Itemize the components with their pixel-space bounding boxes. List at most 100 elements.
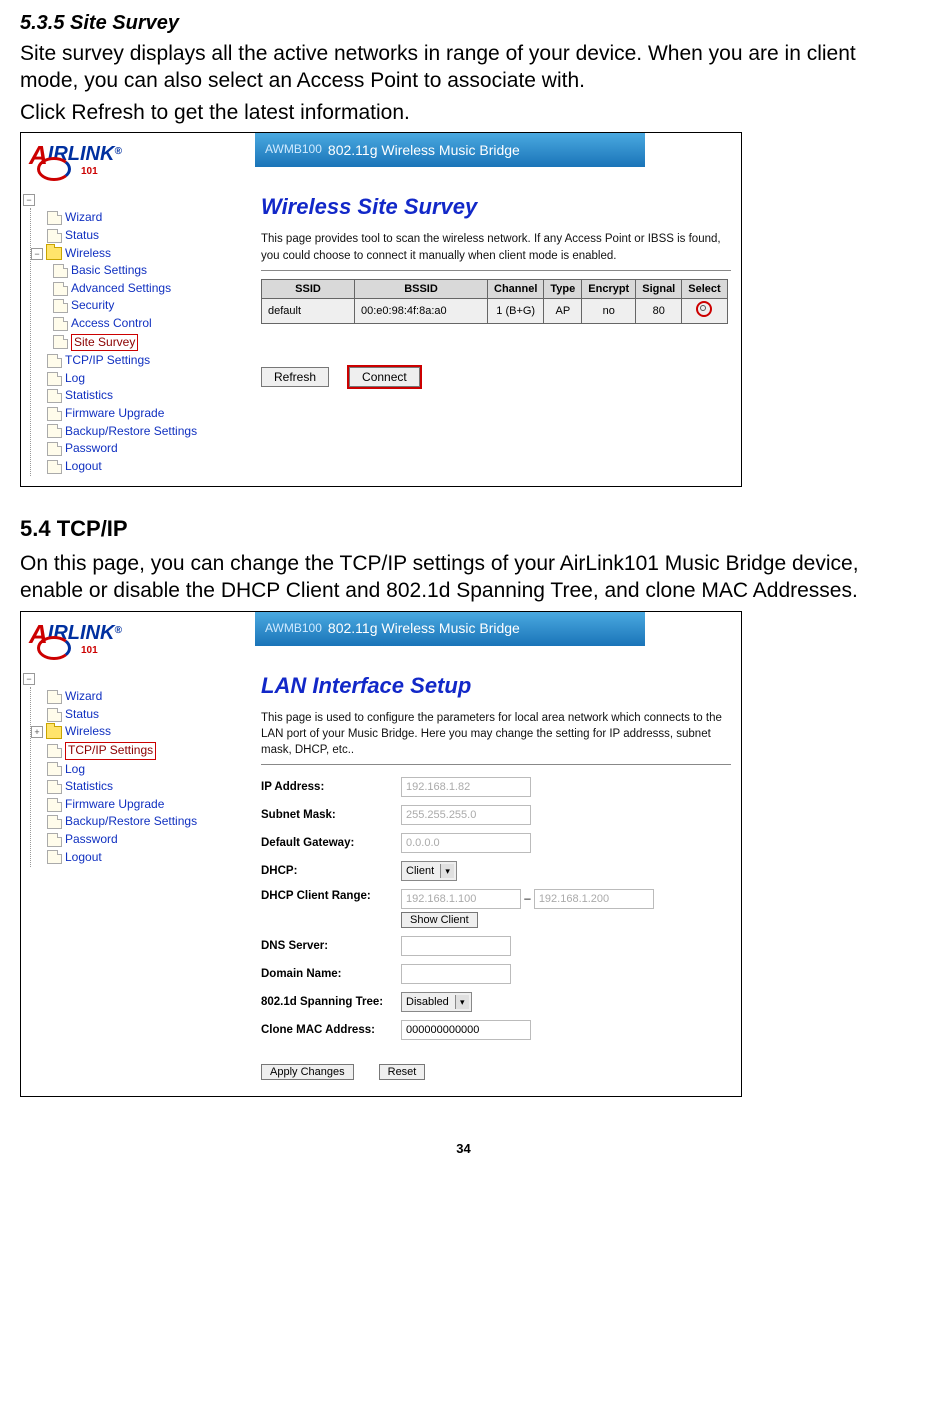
nav-logout[interactable]: Logout	[31, 458, 243, 476]
table-row: default 00:e0:98:4f:8a:a0 1 (B+G) AP no …	[262, 298, 728, 323]
select-radio[interactable]	[696, 301, 712, 317]
page-number: 34	[20, 1141, 907, 1158]
nav-log[interactable]: Log	[31, 761, 243, 779]
file-icon	[47, 708, 62, 722]
clone-mac-field[interactable]: 000000000000	[401, 1020, 531, 1040]
chevron-down-icon: ▾	[455, 995, 469, 1009]
file-icon	[47, 798, 62, 812]
nav-wizard[interactable]: Wizard	[31, 209, 243, 227]
nav-log[interactable]: Log	[31, 370, 243, 388]
file-icon	[47, 211, 62, 225]
label-dhcp: DHCP:	[261, 864, 401, 879]
apply-changes-button[interactable]: Apply Changes	[261, 1064, 354, 1080]
nav-tcpip-settings[interactable]: TCP/IP Settings	[31, 352, 243, 370]
td-select[interactable]	[682, 298, 727, 323]
file-icon	[47, 744, 62, 758]
label-subnet: Subnet Mask:	[261, 808, 401, 823]
label-domain: Domain Name:	[261, 967, 401, 982]
scan-results-table: SSID BSSID Channel Type Encrypt Signal S…	[261, 279, 728, 325]
nav-tree-2: − Wizard Status +Wireless TCP/IP Setting…	[21, 666, 247, 878]
nav-firmware-upgrade[interactable]: Firmware Upgrade	[31, 796, 243, 814]
file-icon	[47, 372, 62, 386]
file-icon	[47, 833, 62, 847]
file-icon	[47, 229, 62, 243]
page-title: LAN Interface Setup	[261, 672, 741, 701]
divider	[261, 764, 731, 765]
td-signal: 80	[636, 298, 682, 323]
nav-logout[interactable]: Logout	[31, 849, 243, 867]
section2-para-1: On this page, you can change the TCP/IP …	[20, 550, 907, 605]
td-channel: 1 (B+G)	[488, 298, 544, 323]
folder-icon	[46, 726, 62, 739]
label-clone-mac: Clone MAC Address:	[261, 1023, 401, 1038]
page-desc: This page is used to configure the param…	[261, 710, 731, 758]
nav-password[interactable]: Password	[31, 440, 243, 458]
show-client-button[interactable]: Show Client	[401, 912, 478, 928]
file-icon	[47, 690, 62, 704]
nav-password[interactable]: Password	[31, 831, 243, 849]
nav-site-survey[interactable]: Site Survey	[31, 333, 243, 353]
screenshot-lan-setup: AIRLINK® 101 − Wizard Status +Wireless T…	[20, 611, 742, 1097]
file-icon	[47, 442, 62, 456]
file-icon	[47, 780, 62, 794]
dns-field[interactable]	[401, 936, 511, 956]
th-ssid: SSID	[262, 279, 355, 298]
file-icon	[47, 460, 62, 474]
file-icon	[53, 264, 68, 278]
airlink-logo: AIRLINK® 101	[29, 618, 125, 660]
subnet-field[interactable]: 255.255.255.0	[401, 805, 531, 825]
nav-status[interactable]: Status	[31, 706, 243, 724]
dhcp-select[interactable]: Client▾	[401, 861, 457, 881]
nav-wireless[interactable]: −Wireless	[31, 245, 243, 263]
nav-statistics[interactable]: Statistics	[31, 778, 243, 796]
domain-field[interactable]	[401, 964, 511, 984]
file-icon	[47, 815, 62, 829]
file-icon	[53, 299, 68, 313]
dhcp-range-to[interactable]: 192.168.1.200	[534, 889, 654, 909]
td-ssid: default	[262, 298, 355, 323]
th-signal: Signal	[636, 279, 682, 298]
nav-tcpip-settings[interactable]: TCP/IP Settings	[31, 741, 243, 761]
nav-backup-restore[interactable]: Backup/Restore Settings	[31, 423, 243, 441]
nav-status[interactable]: Status	[31, 227, 243, 245]
nav-advanced-settings[interactable]: Advanced Settings	[31, 280, 243, 298]
nav-basic-settings[interactable]: Basic Settings	[31, 262, 243, 280]
th-encrypt: Encrypt	[582, 279, 636, 298]
nav-wizard[interactable]: Wizard	[31, 688, 243, 706]
range-dash: –	[524, 893, 530, 905]
lan-form: IP Address: 192.168.1.82 Subnet Mask: 25…	[261, 773, 741, 1044]
th-type: Type	[544, 279, 582, 298]
file-icon	[53, 317, 68, 331]
section-para-2: Click Refresh to get the latest informat…	[20, 99, 907, 126]
th-channel: Channel	[488, 279, 544, 298]
nav-statistics[interactable]: Statistics	[31, 387, 243, 405]
file-icon	[47, 850, 62, 864]
section-heading-54: 5.4 TCP/IP	[20, 515, 907, 544]
folder-icon	[46, 247, 62, 260]
nav-firmware-upgrade[interactable]: Firmware Upgrade	[31, 405, 243, 423]
dhcp-range-from[interactable]: 192.168.1.100	[401, 889, 521, 909]
td-type: AP	[544, 298, 582, 323]
spanning-tree-select[interactable]: Disabled▾	[401, 992, 472, 1012]
label-dns: DNS Server:	[261, 939, 401, 954]
reset-button[interactable]: Reset	[379, 1064, 426, 1080]
chevron-down-icon: ▾	[440, 864, 454, 878]
nav-access-control[interactable]: Access Control	[31, 315, 243, 333]
nav-wireless[interactable]: +Wireless	[31, 723, 243, 741]
ip-field[interactable]: 192.168.1.82	[401, 777, 531, 797]
screenshot-site-survey: AIRLINK® 101 − Wizard Status −Wireless B…	[20, 132, 742, 488]
connect-button[interactable]: Connect	[349, 367, 420, 387]
td-encrypt: no	[582, 298, 636, 323]
nav-security[interactable]: Security	[31, 297, 243, 315]
label-gateway: Default Gateway:	[261, 836, 401, 851]
th-bssid: BSSID	[355, 279, 488, 298]
file-icon	[53, 335, 68, 349]
gateway-field[interactable]: 0.0.0.0	[401, 833, 531, 853]
product-banner: AWMB100 802.11g Wireless Music Bridge	[255, 133, 645, 167]
file-icon	[53, 282, 68, 296]
refresh-button[interactable]: Refresh	[261, 367, 329, 387]
airlink-logo: AIRLINK® 101	[29, 139, 125, 181]
section-para-1: Site survey displays all the active netw…	[20, 40, 907, 95]
nav-backup-restore[interactable]: Backup/Restore Settings	[31, 813, 243, 831]
file-icon	[47, 354, 62, 368]
